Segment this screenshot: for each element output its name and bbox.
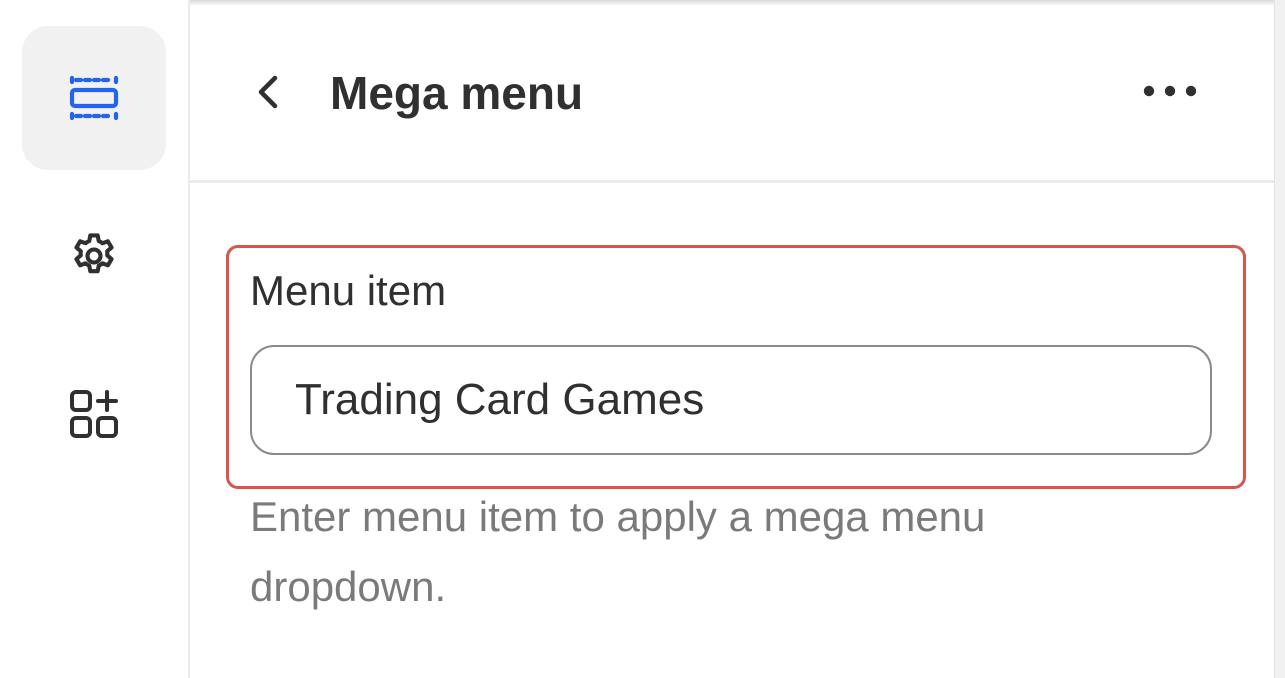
more-actions-button[interactable] <box>1130 68 1210 114</box>
panel-scroll-edge <box>1274 0 1285 678</box>
chevron-left-icon <box>258 75 278 109</box>
ellipsis-icon <box>1143 85 1197 97</box>
menu-item-input[interactable] <box>250 345 1212 455</box>
app-frame: Mega menu Menu item Enter menu item to a… <box>0 0 1285 678</box>
sections-icon <box>69 75 119 121</box>
menu-item-label: Menu item <box>250 267 447 314</box>
settings-panel: Mega menu Menu item Enter menu item to a… <box>190 0 1275 678</box>
back-button[interactable] <box>240 62 296 122</box>
rail-sections-button[interactable] <box>22 26 166 170</box>
menu-item-help-text: Enter menu item to apply a mega menu dro… <box>250 493 986 610</box>
rail-apps-button[interactable] <box>22 342 166 486</box>
gear-icon <box>74 233 114 274</box>
add-app-icon <box>70 390 118 438</box>
icon-rail <box>0 0 190 678</box>
panel-header: Mega menu <box>190 0 1275 183</box>
rail-settings-button[interactable] <box>22 184 166 328</box>
page-title: Mega menu <box>330 67 584 119</box>
